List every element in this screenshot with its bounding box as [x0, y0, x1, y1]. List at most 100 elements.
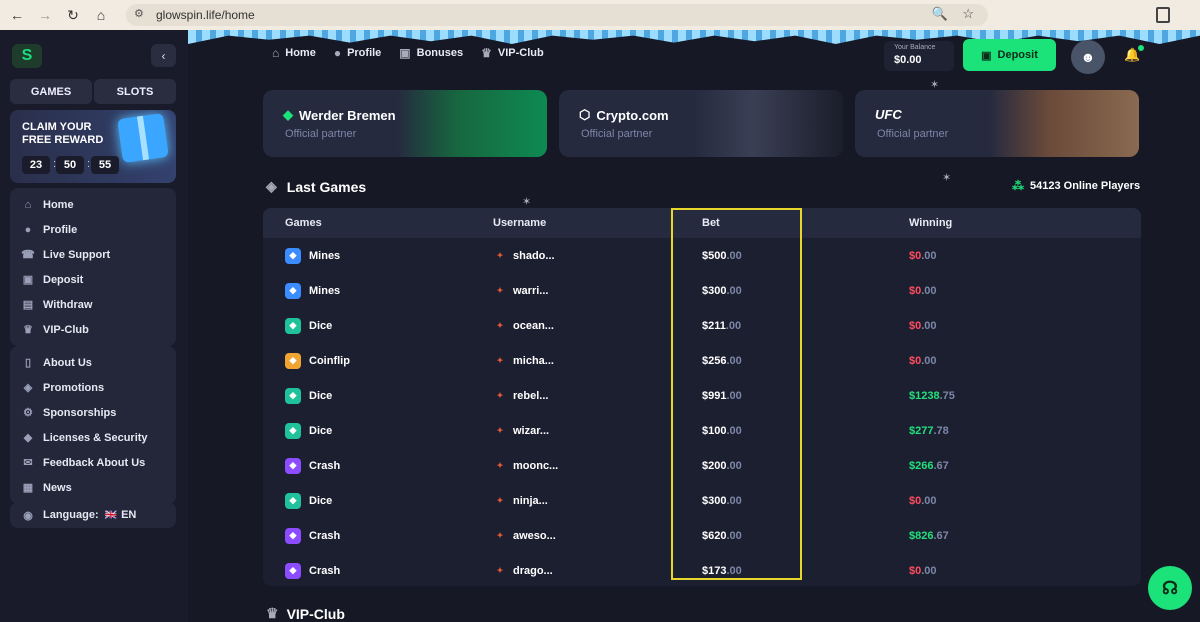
table-row[interactable]: ◆ Dice ✦ rebel... $991.00 $1238.75 — [263, 378, 1141, 413]
column-header-games: Games — [285, 217, 322, 229]
language-value: EN — [121, 509, 137, 521]
avatar[interactable]: ☻ — [1071, 40, 1105, 74]
table-row[interactable]: ◆ Crash ✦ drago... $173.00 $0.00 — [263, 553, 1141, 586]
tab-slots[interactable]: SLOTS — [94, 79, 176, 104]
game-icon: ◆ — [285, 282, 301, 299]
sidebar-item-label: News — [43, 481, 72, 494]
profile-icon: ● — [24, 223, 32, 236]
sidebar-item-profile[interactable]: ● Profile — [10, 217, 176, 242]
winning-amount: $0 — [909, 319, 922, 332]
game-icon: ◆ — [285, 422, 301, 439]
reward-card[interactable]: CLAIM YOUR FREE REWARD 23 : 50 : 55 — [10, 110, 176, 183]
nav-home[interactable]: ⌂ Home — [272, 46, 316, 60]
game-name: Crash — [309, 529, 341, 542]
nav-profile[interactable]: ● Profile — [334, 46, 381, 60]
winning-cell: $0.00 — [909, 320, 1141, 332]
partner-card-crypto-com[interactable]: ⬡ Crypto.com Official partner — [559, 90, 843, 157]
nav-bonuses[interactable]: ▣ Bonuses — [399, 46, 463, 60]
zoom-icon[interactable]: 🔍 — [932, 6, 948, 22]
username: moonc... — [513, 459, 559, 472]
game-name: Dice — [309, 494, 333, 507]
notification-bell-icon[interactable]: 🔔 — [1124, 45, 1145, 63]
winning-cents: .00 — [921, 564, 937, 577]
partner-name: Crypto.com — [596, 107, 669, 123]
language-label: Language: — [43, 509, 99, 521]
table-row[interactable]: ◆ Mines ✦ warri... $300.00 $0.00 — [263, 273, 1141, 308]
table-row[interactable]: ◆ Dice ✦ ninja... $300.00 $0.00 — [263, 483, 1141, 518]
partner-image — [693, 90, 843, 157]
timer-separator: : — [87, 158, 91, 170]
site-info-icon[interactable]: ⚙ — [134, 7, 150, 23]
back-icon[interactable]: ← — [6, 4, 28, 26]
bet-cents: .00 — [726, 424, 742, 437]
top-navigation: ⌂ Home ● Profile ▣ Bonuses ♛ VIP-Club — [272, 46, 544, 60]
main-content: ⌂ Home ● Profile ▣ Bonuses ♛ VIP-Club Your B… — [188, 30, 1200, 622]
bet-amount: $300 — [702, 494, 727, 507]
online-count: 54123 Online Players — [1030, 180, 1141, 192]
balance-value: $0.00 — [894, 54, 922, 66]
sidebar-item-promotions[interactable]: ◈ Promotions — [10, 375, 176, 400]
nav-label: Profile — [347, 47, 382, 59]
bet-cents: .00 — [726, 564, 742, 577]
winning-cents: .75 — [939, 389, 955, 402]
sidebar-item-licenses[interactable]: ◆ Licenses & Security — [10, 425, 176, 450]
live-chat-button[interactable]: ☊ — [1148, 566, 1192, 610]
deposit-button[interactable]: ▣ Deposit — [963, 39, 1056, 71]
table-row[interactable]: ◆ Dice ✦ wizar... $100.00 $277.78 — [263, 413, 1141, 448]
game-icon: ◆ — [285, 562, 301, 579]
winning-amount: $0 — [909, 494, 922, 507]
tab-strip-icon[interactable] — [1156, 7, 1170, 23]
sidebar-item-withdraw[interactable]: ▤ Withdraw — [10, 292, 176, 317]
sidebar-item-live-support[interactable]: ☎ Live Support — [10, 242, 176, 267]
winning-amount: $0 — [909, 564, 922, 577]
address-bar[interactable]: ⚙ glowspin.life/home 🔍 ☆ — [126, 4, 988, 26]
app-root: S ‹ GAMES SLOTS CLAIM YOUR FREE REWARD 2… — [0, 30, 1200, 622]
bookmark-star-icon[interactable]: ☆ — [962, 6, 974, 22]
nav-label: Bonuses — [416, 47, 464, 59]
game-cell: ◆ Crash — [263, 527, 493, 544]
crown-icon: ♛ — [481, 46, 492, 60]
rank-badge-icon: ✦ — [496, 251, 504, 260]
table-row[interactable]: ◆ Coinflip ✦ micha... $256.00 $0.00 — [263, 343, 1141, 378]
gift-icon: ▣ — [399, 46, 411, 60]
table-row[interactable]: ◆ Mines ✦ shado... $500.00 $0.00 — [263, 238, 1141, 273]
table-row[interactable]: ◆ Crash ✦ aweso... $620.00 $826.67 — [263, 518, 1141, 553]
username-cell: ✦ moonc... — [493, 460, 701, 472]
game-cell: ◆ Dice — [263, 422, 493, 439]
username-cell: ✦ wizar... — [493, 425, 701, 437]
game-icon: ◆ — [285, 457, 301, 474]
home-icon[interactable]: ⌂ — [90, 4, 112, 26]
werder-logo-icon: ◆ — [283, 107, 293, 122]
game-name: Mines — [309, 249, 341, 262]
table-row[interactable]: ◆ Crash ✦ moonc... $200.00 $266.67 — [263, 448, 1141, 483]
last-games-table: Games Username Bet Winning ◆ Mines ✦ shado.… — [263, 208, 1141, 586]
forward-icon[interactable]: → — [34, 4, 56, 26]
sidebar-item-deposit[interactable]: ▣ Deposit — [10, 267, 176, 292]
winning-amount: $1238 — [909, 389, 940, 402]
bet-cell: $620.00 — [701, 530, 909, 542]
reload-icon[interactable]: ↻ — [62, 4, 84, 26]
partner-card-werder-bremen[interactable]: ◆ Werder Bremen Official partner — [263, 90, 547, 157]
username: rebel... — [513, 389, 549, 402]
sidebar-item-sponsorships[interactable]: ⚙ Sponsorships — [10, 400, 176, 425]
winning-cents: .00 — [921, 354, 937, 367]
language-selector[interactable]: ◉ Language: 🇬🇧 EN — [10, 502, 176, 528]
sidebar-item-home[interactable]: ⌂ Home — [10, 192, 176, 217]
tab-games[interactable]: GAMES — [10, 79, 92, 104]
partner-image — [397, 90, 547, 157]
winning-amount: $0 — [909, 354, 922, 367]
username: shado... — [513, 249, 555, 262]
partner-card-ufc[interactable]: UFC Official partner — [855, 90, 1139, 157]
nav-vip-club[interactable]: ♛ VIP-Club — [481, 46, 544, 60]
collapse-sidebar-button[interactable]: ‹ — [151, 44, 176, 67]
bet-amount: $173 — [702, 564, 727, 577]
username-cell: ✦ shado... — [493, 250, 701, 262]
logo-icon[interactable]: S — [12, 44, 42, 68]
table-row[interactable]: ◆ Dice ✦ ocean... $211.00 $0.00 — [263, 308, 1141, 343]
username: drago... — [513, 564, 553, 577]
sidebar-item-feedback[interactable]: ✉ Feedback About Us — [10, 450, 176, 475]
sidebar-item-about-us[interactable]: ▯ About Us — [10, 350, 176, 375]
sidebar-item-vip-club[interactable]: ♛ VIP-Club — [10, 317, 176, 342]
winning-amount: $826 — [909, 529, 934, 542]
sidebar-item-news[interactable]: ▦ News — [10, 475, 176, 500]
